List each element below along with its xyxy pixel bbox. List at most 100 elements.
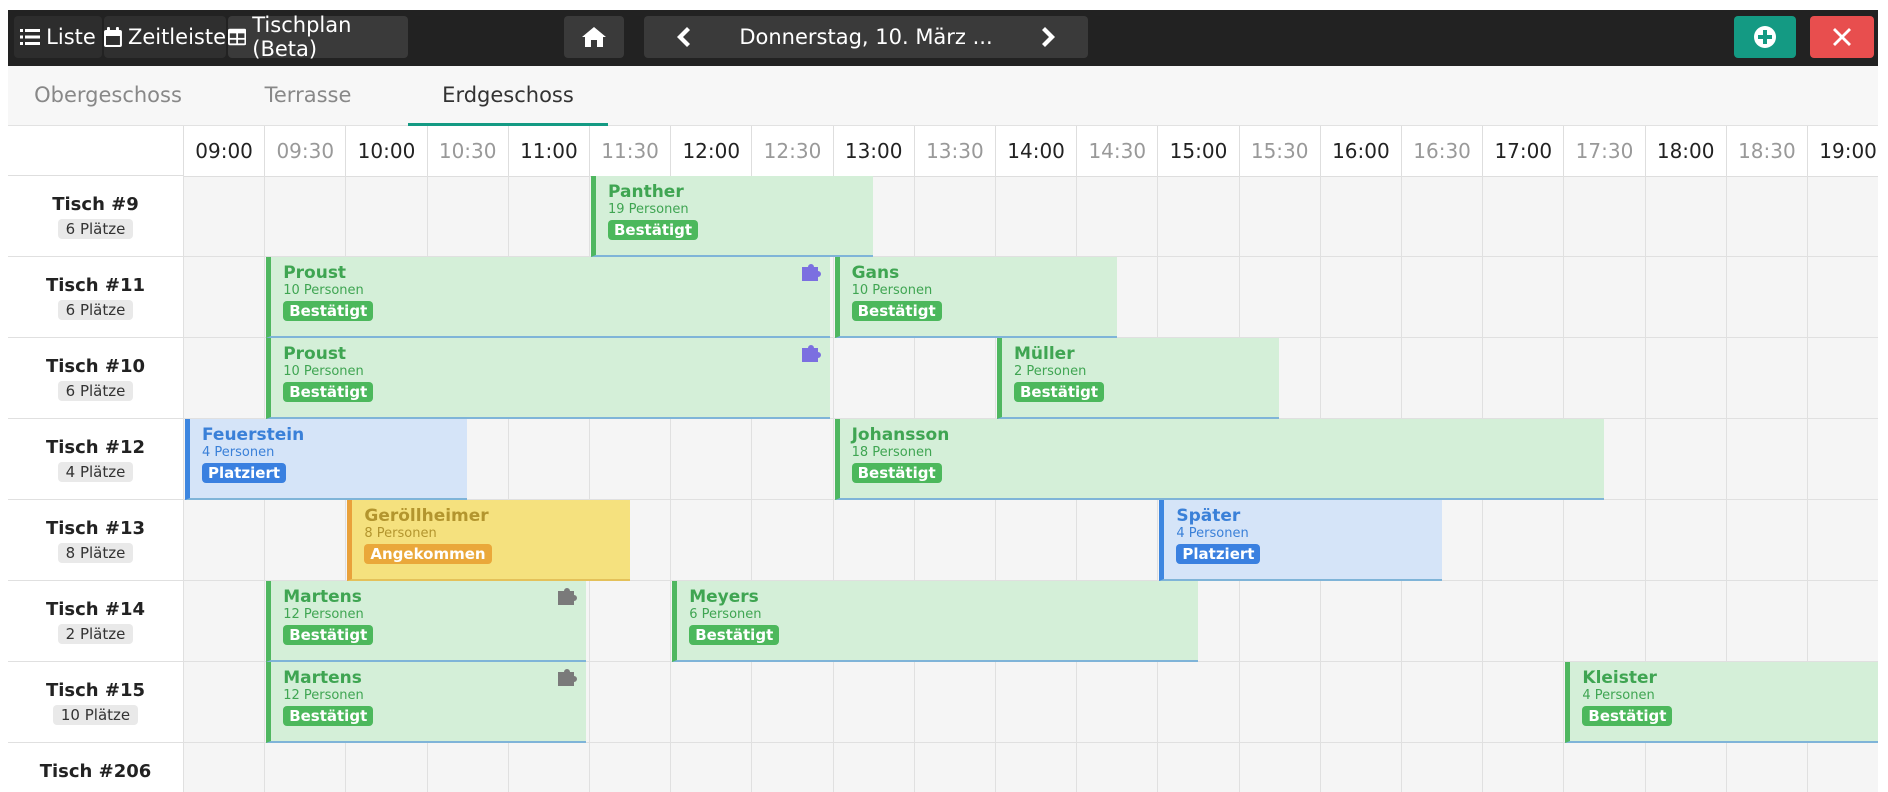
time-header: 17:00 [1482,126,1564,176]
tab-erdgeschoss[interactable]: Erdgeschoss [408,66,608,126]
booking-status-badge: Bestätigt [608,220,699,240]
calendar-icon [104,27,122,47]
booking-block[interactable]: Später 4 Personen Platziert [1159,500,1442,581]
table-seats: 10 Plätze [52,705,139,725]
booking-persons: 6 Personen [689,607,762,622]
booking-persons: 4 Personen [1582,688,1655,703]
booking-name: Später [1176,506,1241,526]
floor-tabs: Obergeschoss Terrasse Erdgeschoss [8,66,1878,126]
booking-name: Meyers [689,587,759,607]
grid-column-line [832,176,834,792]
view-list-button[interactable]: Liste [14,16,102,58]
table-name: Tisch #11 [45,275,146,296]
close-button[interactable] [1810,16,1874,58]
time-header: 12:00 [670,126,752,176]
booking-persons: 2 Personen [1014,364,1087,379]
puzzle-icon [801,264,821,281]
view-tableplan-button[interactable]: Tischplan (Beta) [228,13,408,61]
table-seats: 4 Plätze [57,462,134,482]
booking-name: Kleister [1582,668,1657,688]
booking-status-badge: Bestätigt [283,382,374,402]
booking-block[interactable]: Johansson 18 Personen Bestätigt [834,419,1604,500]
booking-status-badge: Bestätigt [851,463,942,483]
home-icon [582,27,606,47]
booking-block[interactable]: Proust 10 Personen Bestätigt [266,257,830,338]
table-name: Tisch #14 [45,599,146,620]
view-tableplan-label: Tischplan (Beta) [252,13,352,61]
plus-circle-icon [1754,26,1776,48]
tab-obergeschoss[interactable]: Obergeschoss [8,66,208,126]
booking-status-badge: Platziert [1176,544,1261,564]
time-header: 15:00 [1157,126,1239,176]
time-header: 09:30 [264,126,346,176]
booking-name: Gans [851,263,900,283]
booking-persons: 10 Personen [283,283,364,298]
booking-status-badge: Bestätigt [283,625,374,645]
booking-name: Johansson [851,425,950,445]
time-header: 16:30 [1401,126,1483,176]
table-row-label: Tisch #13 8 Plätze [8,500,183,581]
view-timeline-button[interactable]: Zeitleiste [104,16,226,58]
booking-persons: 18 Personen [851,445,933,460]
booking-block[interactable]: Panther 19 Personen Bestätigt [591,176,874,257]
time-header: 13:30 [913,126,995,176]
time-header: 11:00 [507,126,589,176]
booking-block[interactable]: Feuerstein 4 Personen Platziert [185,419,468,500]
booking-block[interactable]: Proust 10 Personen Bestätigt [266,338,830,419]
table-icon [228,28,247,46]
time-header: 14:00 [995,126,1077,176]
booking-status-badge: Angekommen [364,544,492,564]
tab-terrasse[interactable]: Terrasse [208,66,408,126]
time-header: 19:00 [1807,126,1878,176]
table-seats: 6 Plätze [57,381,134,401]
table-name: Tisch #13 [45,518,146,539]
booking-status-badge: Bestätigt [1582,706,1673,726]
booking-block[interactable]: Meyers 6 Personen Bestätigt [672,581,1198,662]
header-corner [8,126,183,176]
table-row-label: Tisch #14 2 Plätze [8,581,183,662]
booking-block[interactable]: Müller 2 Personen Bestätigt [997,338,1280,419]
booking-status-badge: Bestätigt [689,625,780,645]
time-header: 18:30 [1725,126,1807,176]
time-header: 12:30 [751,126,833,176]
time-header: 10:30 [426,126,508,176]
booking-block[interactable]: Martens 12 Personen Bestätigt [266,662,587,743]
chevron-right-icon[interactable] [1042,27,1056,47]
booking-persons: 8 Personen [364,526,437,541]
booking-persons: 4 Personen [202,445,275,460]
booking-block[interactable]: Kleister 4 Personen Bestätigt [1565,662,1878,743]
booking-name: Martens [283,587,362,607]
time-header: 10:00 [345,126,427,176]
booking-persons: 12 Personen [283,688,364,703]
table-name: Tisch #12 [45,437,146,458]
booking-name: Müller [1014,344,1075,364]
view-timeline-label: Zeitleiste [127,25,226,49]
chevron-left-icon[interactable] [676,27,690,47]
table-seats: 6 Plätze [57,219,134,239]
booking-block[interactable]: Martens 12 Personen Bestätigt [266,581,587,662]
booking-name: Proust [283,263,347,283]
puzzle-icon [801,345,821,362]
table-row-label: Tisch #206 [8,743,183,792]
date-navigator: Donnerstag, 10. März ... [644,16,1088,58]
booking-persons: 4 Personen [1176,526,1249,541]
home-button[interactable] [564,16,624,58]
booking-block[interactable]: Geröllheimer 8 Personen Angekommen [347,500,630,581]
add-reservation-button[interactable] [1734,16,1796,58]
time-header: 18:00 [1644,126,1726,176]
booking-status-badge: Bestätigt [1014,382,1105,402]
time-header: 17:30 [1563,126,1645,176]
booking-persons: 19 Personen [608,202,689,217]
list-icon [20,29,41,45]
booking-block[interactable]: Gans 10 Personen Bestätigt [834,257,1117,338]
timeline-grid: 09:00 09:30 10:00 10:30 11:00 11:30 12:00 12:30… [8,126,1878,792]
booking-status-badge: Bestätigt [283,706,374,726]
time-header: 11:30 [589,126,671,176]
booking-persons: 10 Personen [283,364,364,379]
booking-status-badge: Bestätigt [851,301,942,321]
time-header: 09:00 [183,126,265,176]
booking-persons: 12 Personen [283,607,364,622]
table-row-label: Tisch #11 6 Plätze [8,257,183,338]
current-date[interactable]: Donnerstag, 10. März ... [739,25,992,49]
table-seats: 8 Plätze [57,543,134,563]
